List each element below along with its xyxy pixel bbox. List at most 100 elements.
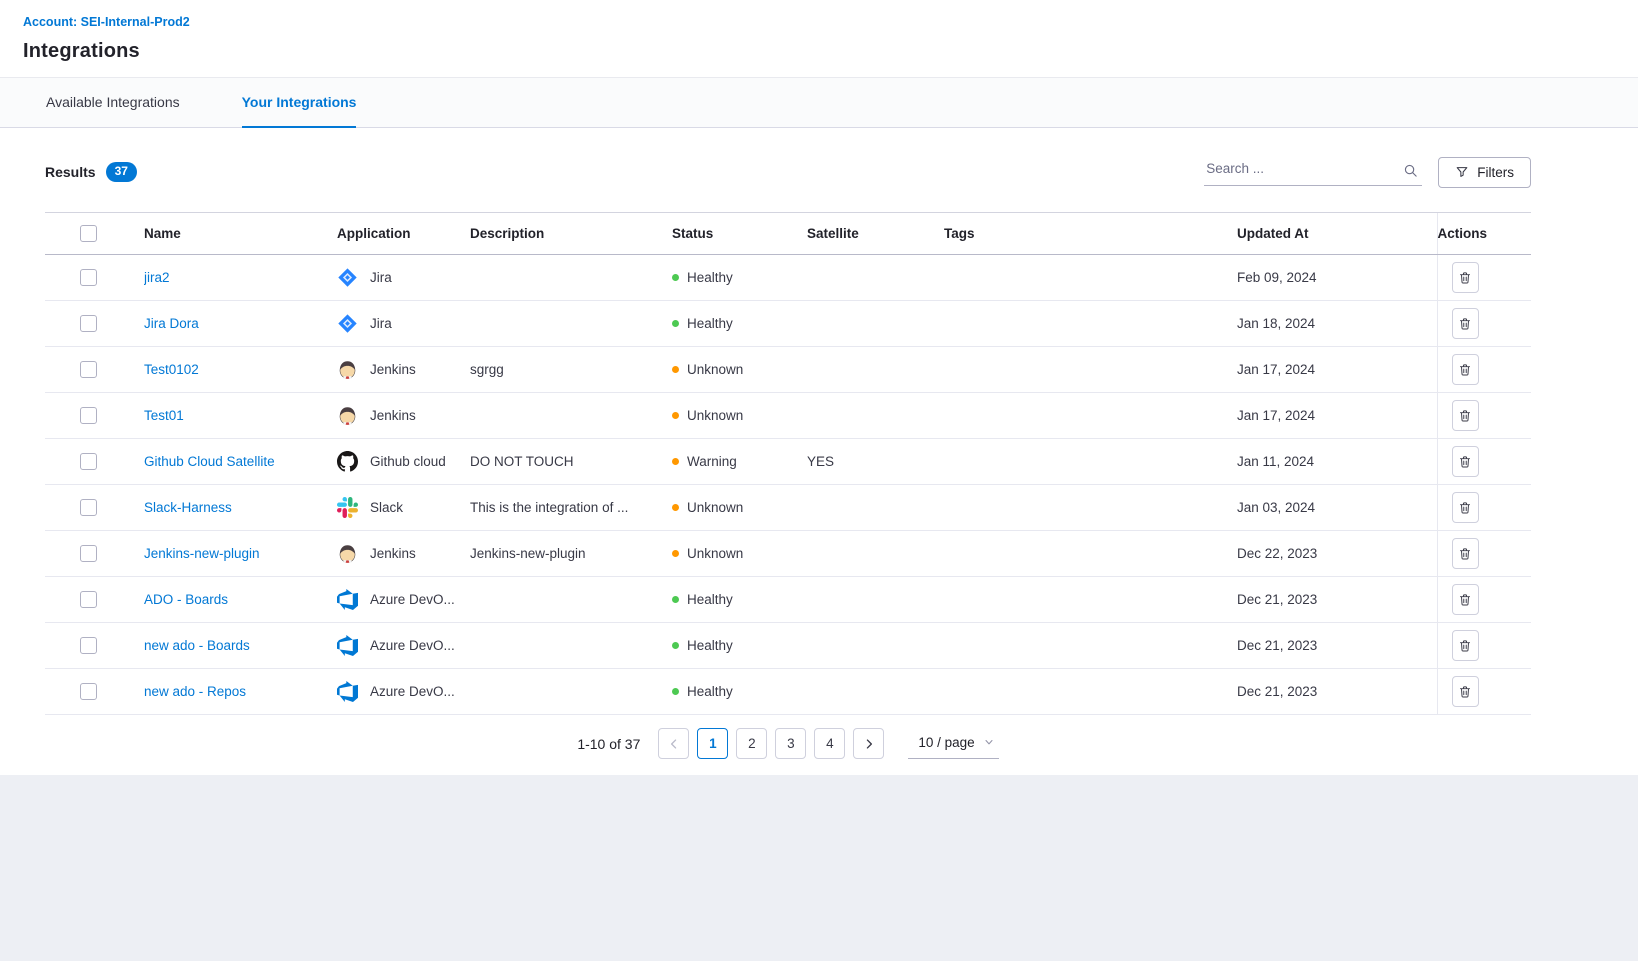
table-row: Slack-Harness Slack This is the integrat… bbox=[45, 485, 1531, 531]
select-all-checkbox[interactable] bbox=[80, 225, 97, 242]
table-row: ADO - Boards Azure DevO... Healthy Dec 2… bbox=[45, 577, 1531, 623]
filters-label: Filters bbox=[1477, 165, 1514, 180]
column-header-name: Name bbox=[144, 213, 337, 255]
page-title: Integrations bbox=[23, 40, 1615, 63]
updated-at-value: Dec 21, 2023 bbox=[1237, 592, 1317, 607]
integration-name-link[interactable]: Jira Dora bbox=[144, 316, 199, 331]
integration-name-link[interactable]: Slack-Harness bbox=[144, 500, 232, 515]
application-icon bbox=[337, 451, 358, 472]
status-label: Healthy bbox=[687, 638, 733, 653]
status-cell: Unknown bbox=[672, 408, 807, 423]
application-label: Jenkins bbox=[370, 408, 416, 423]
integration-name-link[interactable]: new ado - Repos bbox=[144, 684, 246, 699]
pagination-page-button[interactable]: 2 bbox=[736, 728, 767, 759]
row-checkbox[interactable] bbox=[80, 361, 97, 378]
status-label: Healthy bbox=[687, 316, 733, 331]
delete-integration-button[interactable] bbox=[1452, 492, 1479, 523]
updated-at-value: Jan 03, 2024 bbox=[1237, 500, 1315, 515]
results-label: Results bbox=[45, 164, 96, 180]
account-link[interactable]: Account: SEI-Internal-Prod2 bbox=[23, 15, 190, 29]
application-icon bbox=[337, 313, 358, 334]
application-icon bbox=[337, 359, 358, 380]
delete-integration-button[interactable] bbox=[1452, 400, 1479, 431]
updated-at-value: Feb 09, 2024 bbox=[1237, 270, 1317, 285]
tab-your-integrations[interactable]: Your Integrations bbox=[242, 78, 357, 128]
pagination: 1-10 of 37 1234 10 / page bbox=[45, 728, 1531, 759]
trash-icon bbox=[1458, 501, 1472, 515]
pagination-page-button[interactable]: 1 bbox=[697, 728, 728, 759]
pagination-range: 1-10 of 37 bbox=[577, 736, 640, 752]
chevron-down-icon bbox=[983, 736, 995, 748]
status-dot bbox=[672, 550, 679, 557]
status-dot bbox=[672, 412, 679, 419]
table-row: Test0102 Jenkins sgrgg Unknown Jan 17, 2… bbox=[45, 347, 1531, 393]
delete-integration-button[interactable] bbox=[1452, 354, 1479, 385]
page-size-select[interactable]: 10 / page bbox=[908, 729, 998, 759]
integration-name-link[interactable]: ADO - Boards bbox=[144, 592, 228, 607]
row-checkbox[interactable] bbox=[80, 407, 97, 424]
integration-name-link[interactable]: new ado - Boards bbox=[144, 638, 250, 653]
status-label: Warning bbox=[687, 454, 737, 469]
integrations-table: Name Application Description Status Sate… bbox=[45, 212, 1531, 715]
table-body: jira2 Jira Healthy Feb 09, 2024 Jira Dor… bbox=[45, 255, 1531, 715]
pagination-page-button[interactable]: 3 bbox=[775, 728, 806, 759]
search-input[interactable] bbox=[1204, 158, 1422, 186]
trash-icon bbox=[1458, 363, 1472, 377]
row-checkbox[interactable] bbox=[80, 315, 97, 332]
status-cell: Healthy bbox=[672, 684, 807, 699]
delete-integration-button[interactable] bbox=[1452, 584, 1479, 615]
status-label: Unknown bbox=[687, 546, 743, 561]
delete-integration-button[interactable] bbox=[1452, 630, 1479, 661]
integration-name-link[interactable]: Test0102 bbox=[144, 362, 199, 377]
pagination-prev-button[interactable] bbox=[658, 728, 689, 759]
integration-name-link[interactable]: Jenkins-new-plugin bbox=[144, 546, 260, 561]
trash-icon bbox=[1458, 271, 1472, 285]
row-checkbox[interactable] bbox=[80, 683, 97, 700]
updated-at-value: Dec 22, 2023 bbox=[1237, 546, 1317, 561]
pagination-page-button[interactable]: 4 bbox=[814, 728, 845, 759]
integration-name-link[interactable]: Test01 bbox=[144, 408, 184, 423]
trash-icon bbox=[1458, 685, 1472, 699]
content-panel: Results 37 Filters bbox=[0, 128, 1638, 775]
updated-at-value: Dec 21, 2023 bbox=[1237, 684, 1317, 699]
description-text: DO NOT TOUCH bbox=[470, 454, 574, 469]
row-checkbox[interactable] bbox=[80, 545, 97, 562]
integration-name-link[interactable]: jira2 bbox=[144, 270, 170, 285]
status-cell: Healthy bbox=[672, 638, 807, 653]
application-label: Jenkins bbox=[370, 362, 416, 377]
row-checkbox[interactable] bbox=[80, 637, 97, 654]
application-icon bbox=[337, 543, 358, 564]
tab-available-integrations[interactable]: Available Integrations bbox=[46, 78, 180, 128]
column-header-updated-at: Updated At bbox=[1237, 213, 1437, 255]
delete-integration-button[interactable] bbox=[1452, 262, 1479, 293]
delete-integration-button[interactable] bbox=[1452, 446, 1479, 477]
chevron-left-icon bbox=[667, 737, 681, 751]
integration-name-link[interactable]: Github Cloud Satellite bbox=[144, 454, 275, 469]
trash-icon bbox=[1458, 547, 1472, 561]
delete-integration-button[interactable] bbox=[1452, 538, 1479, 569]
delete-integration-button[interactable] bbox=[1452, 676, 1479, 707]
row-checkbox[interactable] bbox=[80, 591, 97, 608]
row-checkbox[interactable] bbox=[80, 453, 97, 470]
status-dot bbox=[672, 274, 679, 281]
table-row: Test01 Jenkins Unknown Jan 17, 2024 bbox=[45, 393, 1531, 439]
status-dot bbox=[672, 366, 679, 373]
pagination-next-button[interactable] bbox=[853, 728, 884, 759]
table-row: Jenkins-new-plugin Jenkins Jenkins-new-p… bbox=[45, 531, 1531, 577]
status-label: Unknown bbox=[687, 362, 743, 377]
status-dot bbox=[672, 688, 679, 695]
status-cell: Unknown bbox=[672, 500, 807, 515]
updated-at-value: Dec 21, 2023 bbox=[1237, 638, 1317, 653]
application-icon bbox=[337, 267, 358, 288]
delete-integration-button[interactable] bbox=[1452, 308, 1479, 339]
status-label: Unknown bbox=[687, 408, 743, 423]
tab-bar: Available Integrations Your Integrations bbox=[0, 78, 1638, 128]
pagination-pages: 1234 bbox=[697, 728, 845, 759]
row-checkbox[interactable] bbox=[80, 499, 97, 516]
row-checkbox[interactable] bbox=[80, 269, 97, 286]
filters-button[interactable]: Filters bbox=[1438, 157, 1531, 188]
description-text: Jenkins-new-plugin bbox=[470, 546, 586, 561]
page-size-label: 10 / page bbox=[918, 735, 974, 750]
table-header-row: Name Application Description Status Sate… bbox=[45, 213, 1531, 255]
status-cell: Warning bbox=[672, 454, 807, 469]
